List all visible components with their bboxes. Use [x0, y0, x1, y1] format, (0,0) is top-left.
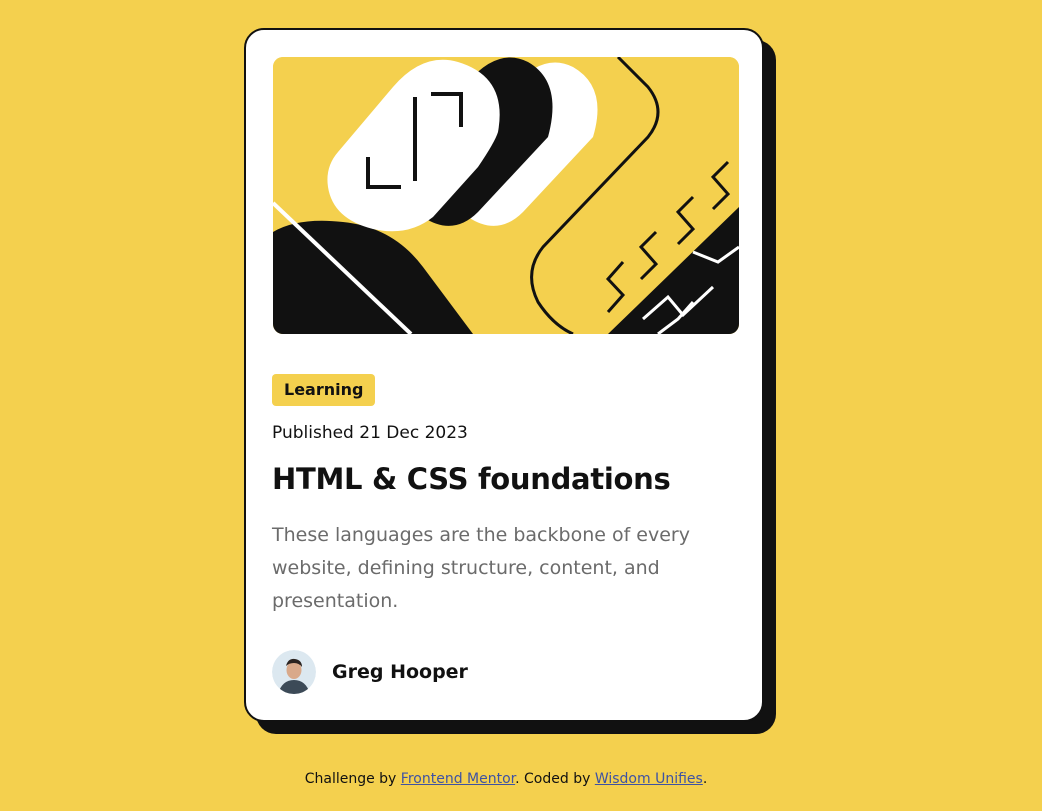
- attribution: Challenge by Frontend Mentor. Coded by W…: [0, 771, 1012, 787]
- attribution-prefix: Challenge by: [304, 771, 401, 787]
- author-name: Greg Hooper: [332, 661, 468, 683]
- card-description: These languages are the backbone of ever…: [272, 524, 690, 612]
- blog-preview-card: Learning Published 21 Dec 2023 HTML & CS…: [244, 28, 764, 722]
- author-avatar-icon: [272, 650, 316, 694]
- card-title[interactable]: HTML & CSS foundations: [272, 462, 671, 496]
- published-date: Published 21 Dec 2023: [272, 423, 468, 443]
- frontend-mentor-link[interactable]: Frontend Mentor: [401, 771, 515, 787]
- attribution-suffix: .: [702, 771, 708, 787]
- abstract-illustration-icon: [273, 57, 739, 334]
- hero-illustration: [273, 57, 739, 334]
- attribution-middle: . Coded by: [515, 771, 595, 787]
- author-link[interactable]: Wisdom Unifies: [595, 771, 703, 787]
- category-tag: Learning: [272, 374, 376, 406]
- author-block: Greg Hooper: [272, 650, 468, 694]
